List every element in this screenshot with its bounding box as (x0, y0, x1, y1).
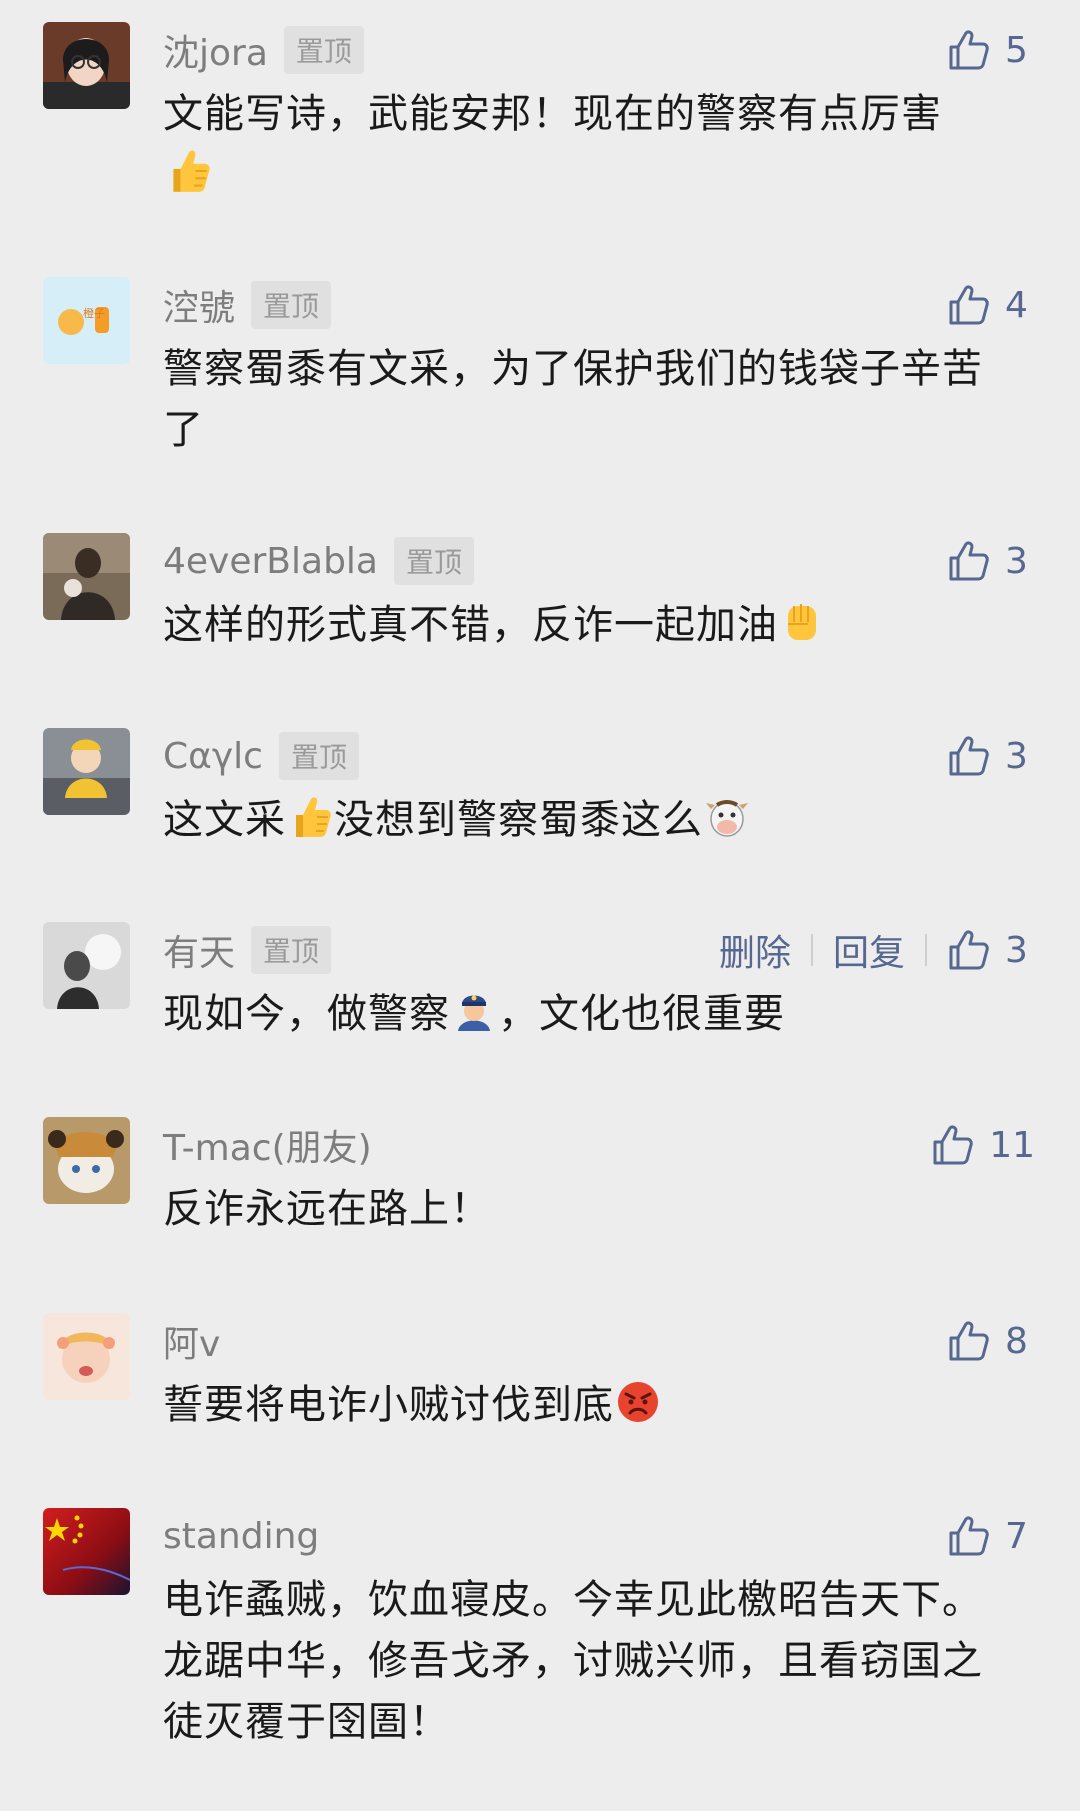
pinned-badge: 置顶 (283, 26, 364, 74)
commenter-name[interactable]: 有天 (163, 924, 235, 976)
like-count: 4 (1005, 284, 1028, 326)
pinned-badge: 置顶 (251, 926, 332, 974)
comment-text-body: 这样的形式真不错，反诈一起加油 (163, 602, 778, 648)
avatar[interactable] (43, 922, 130, 1009)
avatar[interactable]: 橙子 (43, 277, 130, 364)
angry-face-emoji-icon (618, 1382, 658, 1422)
thumbs-up-icon[interactable] (947, 283, 991, 327)
comment-text: 电诈蟊贼，饮血寝皮。今幸见此檄昭告天下。龙踞中华，修吾戈矛，讨贼兴师，且看窃国之… (163, 1577, 983, 1745)
thumbs-up-icon[interactable] (947, 28, 991, 72)
avatar[interactable] (43, 1117, 130, 1204)
like-count: 8 (1005, 1320, 1028, 1362)
comment-text-part: 没想到警察蜀黍这么 (334, 797, 703, 843)
like-count: 3 (1005, 540, 1028, 582)
svg-text:橙子: 橙子 (83, 306, 105, 320)
like-count: 3 (1005, 929, 1028, 971)
like-count: 3 (1005, 735, 1028, 777)
cow-face-emoji-icon (706, 800, 748, 837)
comment-text: 文能写诗，武能安邦！现在的警察有点厉害 (163, 84, 1018, 206)
like-count: 7 (1005, 1515, 1028, 1557)
reply-button[interactable]: 回复 (833, 924, 905, 976)
comment-text-part: 这文采 (163, 797, 286, 843)
raised-fist-emoji-icon (788, 604, 816, 640)
commenter-name[interactable]: Cαγlc (163, 736, 263, 777)
pinned-badge: 置顶 (278, 732, 359, 780)
comment-text: 反诈永远在路上！ (163, 1186, 491, 1232)
comment-text: 誓要将电诈小贼讨伐到底 (163, 1375, 1018, 1436)
commenter-name[interactable]: 沈jora (163, 24, 268, 76)
comment-text-part: 现如今，做警察 (163, 991, 450, 1037)
avatar[interactable] (43, 728, 130, 815)
commenter-name[interactable]: standing (163, 1516, 319, 1557)
avatar[interactable] (43, 533, 130, 620)
like-count: 5 (1005, 29, 1028, 71)
divider (925, 934, 927, 966)
commenter-name[interactable]: 涳號 (163, 279, 235, 331)
thumbs-up-emoji-icon (286, 793, 334, 841)
pinned-badge: 置顶 (251, 281, 332, 329)
commenter-name[interactable]: 4everBlabla (163, 541, 378, 582)
comment-text-body: 文能写诗，武能安邦！现在的警察有点厉害 (163, 91, 942, 137)
avatar[interactable] (43, 1313, 130, 1400)
thumbs-up-icon[interactable] (931, 1123, 975, 1167)
comment-text: 这文采 没想到警察蜀黍这么 (163, 790, 1018, 851)
pinned-badge: 置顶 (393, 537, 474, 585)
commenter-name[interactable]: T-mac(朋友) (163, 1119, 372, 1171)
comment-text: 警察蜀黍有文采，为了保护我们的钱袋子辛苦了 (163, 346, 983, 453)
avatar[interactable] (43, 1508, 130, 1595)
thumbs-up-icon[interactable] (947, 1319, 991, 1363)
comment-text-body: 誓要将电诈小贼讨伐到底 (163, 1382, 614, 1428)
police-officer-emoji-icon (458, 995, 490, 1031)
avatar[interactable] (43, 22, 130, 109)
thumbs-up-icon[interactable] (947, 928, 991, 972)
comment-text: 这样的形式真不错，反诈一起加油 (163, 595, 1018, 656)
thumbs-up-icon[interactable] (947, 539, 991, 583)
thumbs-up-emoji-icon (163, 146, 213, 196)
comment-text-part: ，文化也很重要 (498, 991, 785, 1037)
delete-button[interactable]: 删除 (719, 924, 791, 976)
thumbs-up-icon[interactable] (947, 1514, 991, 1558)
comment-text: 现如今，做警察 ，文化也很重要 (163, 984, 1018, 1045)
thumbs-up-icon[interactable] (947, 734, 991, 778)
like-count: 11 (989, 1124, 1035, 1166)
divider (810, 934, 813, 966)
commenter-name[interactable]: 阿v (163, 1315, 220, 1367)
